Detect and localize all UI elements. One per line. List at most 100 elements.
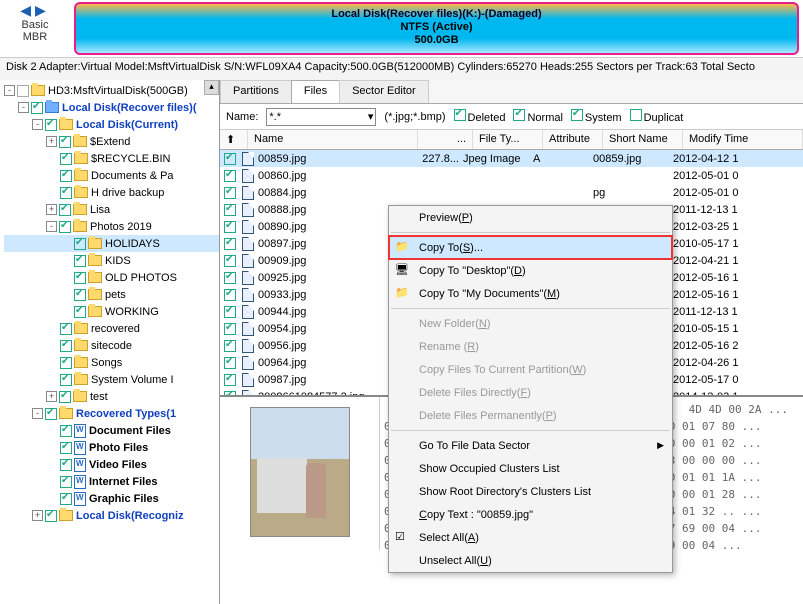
col-attribute[interactable]: Attribute <box>543 130 603 149</box>
menu-item[interactable]: Go To File Data Sector▶ <box>389 434 672 457</box>
file-checkbox[interactable] <box>224 170 236 182</box>
tree-node[interactable]: -HD3:MsftVirtualDisk(500GB) <box>4 82 219 99</box>
tree-checkbox[interactable] <box>74 255 86 267</box>
tree-node[interactable]: OLD PHOTOS <box>4 269 219 286</box>
col-name[interactable]: Name <box>248 130 418 149</box>
tree-checkbox[interactable] <box>59 204 71 216</box>
menu-item[interactable]: Show Occupied Clusters List <box>389 457 672 480</box>
file-checkbox[interactable] <box>224 391 236 396</box>
tree-node[interactable]: Graphic Files <box>4 490 219 507</box>
file-checkbox[interactable] <box>224 357 236 369</box>
expander-icon[interactable]: + <box>32 510 43 521</box>
tab-sector-editor[interactable]: Sector Editor <box>339 80 429 103</box>
file-checkbox[interactable] <box>224 272 236 284</box>
tree-node[interactable]: sitecode <box>4 337 219 354</box>
partition-banner[interactable]: Local Disk(Recover files)(K:)-(Damaged) … <box>74 2 799 55</box>
context-menu[interactable]: Preview(P) 📁Copy To(S)...🖥Copy To "Deskto… <box>388 205 673 573</box>
tree-checkbox[interactable] <box>74 272 86 284</box>
expander-icon[interactable]: + <box>46 391 57 402</box>
menu-item[interactable]: Show Root Directory's Clusters List <box>389 480 672 503</box>
menu-item[interactable]: 🖥Copy To "Desktop"(D) <box>389 259 672 282</box>
col-shortname[interactable]: Short Name <box>603 130 683 149</box>
tree-checkbox[interactable] <box>60 442 72 454</box>
tree-node[interactable]: Document Files <box>4 422 219 439</box>
menu-item[interactable]: Preview(P) <box>389 206 672 229</box>
tree-checkbox[interactable] <box>60 187 72 199</box>
duplicate-checkbox[interactable] <box>630 109 642 121</box>
file-checkbox[interactable] <box>224 187 236 199</box>
expander-icon[interactable]: - <box>46 221 57 232</box>
col-filetype[interactable]: File Ty... <box>473 130 543 149</box>
menu-item[interactable]: 📁Copy To(S)... <box>389 236 672 259</box>
file-row[interactable]: 00884.jpgpg2012-05-01 0 <box>220 184 803 201</box>
tree-checkbox[interactable] <box>74 306 86 318</box>
file-checkbox[interactable] <box>224 153 236 165</box>
expander-icon[interactable]: - <box>32 119 43 130</box>
directory-tree[interactable]: ▴ -HD3:MsftVirtualDisk(500GB)-Local Disk… <box>0 80 220 604</box>
tree-checkbox[interactable] <box>60 374 72 386</box>
name-filter-combo[interactable]: *.*▾ <box>266 108 376 126</box>
tree-node[interactable]: Video Files <box>4 456 219 473</box>
tree-checkbox[interactable] <box>74 238 86 250</box>
tab-partitions[interactable]: Partitions <box>220 80 292 103</box>
col-modify[interactable]: Modify Time <box>683 130 803 149</box>
tree-checkbox[interactable] <box>60 357 72 369</box>
tree-node[interactable]: -Photos 2019 <box>4 218 219 235</box>
tree-checkbox[interactable] <box>59 136 71 148</box>
file-row[interactable]: 00859.jpg227.8...Jpeg ImageA00859.jpg201… <box>220 150 803 167</box>
file-checkbox[interactable] <box>224 221 236 233</box>
tree-node[interactable]: WORKING <box>4 303 219 320</box>
tree-node[interactable]: $RECYCLE.BIN <box>4 150 219 167</box>
tree-checkbox[interactable] <box>45 119 57 131</box>
up-folder-icon[interactable]: ⬆ <box>220 130 248 149</box>
tree-node[interactable]: Internet Files <box>4 473 219 490</box>
tree-node[interactable]: H drive backup <box>4 184 219 201</box>
tree-checkbox[interactable] <box>60 153 72 165</box>
expander-icon[interactable]: - <box>18 102 29 113</box>
file-checkbox[interactable] <box>224 374 236 386</box>
file-checkbox[interactable] <box>224 306 236 318</box>
tree-checkbox[interactable] <box>60 323 72 335</box>
tree-checkbox[interactable] <box>74 289 86 301</box>
nav-arrows[interactable]: ◀▶ <box>0 2 70 19</box>
tree-checkbox[interactable] <box>60 493 72 505</box>
expander-icon[interactable]: - <box>4 85 15 96</box>
tree-checkbox[interactable] <box>45 510 57 522</box>
tab-files[interactable]: Files <box>291 80 340 103</box>
tree-checkbox[interactable] <box>59 391 71 403</box>
tree-node[interactable]: -Recovered Types(1 <box>4 405 219 422</box>
tree-node[interactable]: Photo Files <box>4 439 219 456</box>
tree-node[interactable]: -Local Disk(Current) <box>4 116 219 133</box>
tree-scroll-up-icon[interactable]: ▴ <box>204 80 219 95</box>
file-checkbox[interactable] <box>224 204 236 216</box>
tree-checkbox[interactable] <box>17 85 29 97</box>
tree-checkbox[interactable] <box>45 408 57 420</box>
file-checkbox[interactable] <box>224 340 236 352</box>
expander-icon[interactable]: + <box>46 204 57 215</box>
tree-checkbox[interactable] <box>59 221 71 233</box>
file-row[interactable]: 00860.jpg2012-05-01 0 <box>220 167 803 184</box>
expander-icon[interactable]: - <box>32 408 43 419</box>
tree-checkbox[interactable] <box>60 170 72 182</box>
tree-node[interactable]: recovered <box>4 320 219 337</box>
deleted-checkbox[interactable] <box>454 109 466 121</box>
col-size[interactable]: ... <box>418 130 473 149</box>
menu-item[interactable]: 📁Copy To "My Documents"(M) <box>389 282 672 305</box>
tree-checkbox[interactable] <box>31 102 43 114</box>
tree-checkbox[interactable] <box>60 459 72 471</box>
tree-node[interactable]: Documents & Pa <box>4 167 219 184</box>
expander-icon[interactable]: + <box>46 136 57 147</box>
tree-node[interactable]: +$Extend <box>4 133 219 150</box>
tree-node[interactable]: KIDS <box>4 252 219 269</box>
file-checkbox[interactable] <box>224 323 236 335</box>
tree-node[interactable]: -Local Disk(Recover files)( <box>4 99 219 116</box>
tree-node[interactable]: +Local Disk(Recogniz <box>4 507 219 524</box>
tree-node[interactable]: +test <box>4 388 219 405</box>
file-checkbox[interactable] <box>224 255 236 267</box>
tree-checkbox[interactable] <box>60 340 72 352</box>
tree-node[interactable]: +Lisa <box>4 201 219 218</box>
menu-item[interactable]: Unselect All(U) <box>389 549 672 572</box>
normal-checkbox[interactable] <box>513 109 525 121</box>
system-checkbox[interactable] <box>571 109 583 121</box>
tree-checkbox[interactable] <box>60 425 72 437</box>
